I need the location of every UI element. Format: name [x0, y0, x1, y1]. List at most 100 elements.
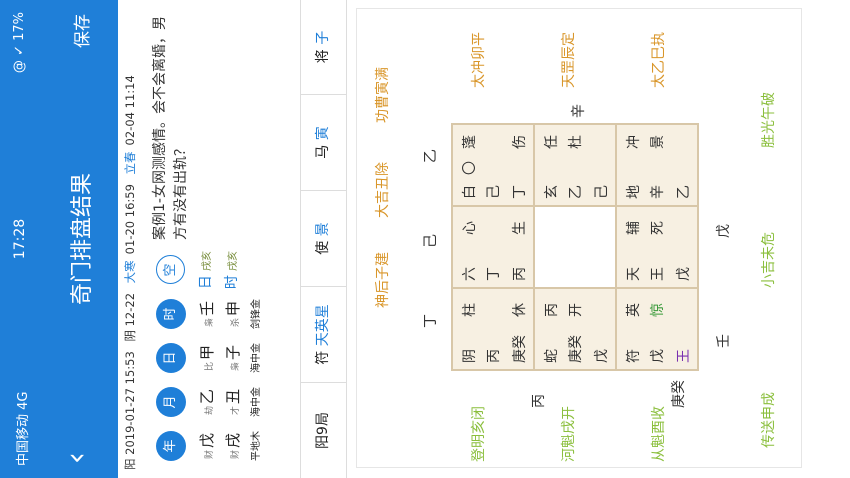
nine-palace-grid: 阴 丙 柱 庚癸 休 六 丁 心 丙 生 白 〇 蓬 己 丁 伤 蛇 丙 庚癸 …: [451, 123, 699, 371]
pillar-month: 月 劫乙 才丑 海中金: [150, 378, 268, 426]
qimen-board: 神后子建 大吉丑除 功曹寅满 登明亥闭 河魁戌开 从魁酉收 太冲卯平 天罡辰定 …: [348, 0, 810, 478]
zhifu: 符 天英星: [301, 286, 346, 382]
ju-number: 阳9局: [301, 382, 346, 478]
outer-left-mid: 河魁戌开: [561, 406, 577, 462]
stem-top-right: 乙: [423, 149, 439, 163]
stem-right: 辛: [571, 104, 587, 118]
palace-text: 辅: [626, 221, 642, 235]
summary-label: 阳9局: [315, 412, 331, 449]
palace-text: 戊: [650, 349, 666, 363]
palace-text: 景: [650, 135, 666, 149]
relation: 枭: [205, 318, 215, 328]
battery-text: @ ✓ 17%: [12, 12, 27, 74]
outer-bot-right: 胜光午破: [761, 92, 777, 148]
relation: 财: [205, 450, 215, 460]
pillar-empty: 空 日 戌亥 时 戌亥: [150, 246, 245, 294]
app-header: ‹ 奇门排盘结果 保存: [40, 0, 118, 478]
branch: 丑: [224, 388, 242, 404]
pillar-label: 月: [156, 387, 186, 417]
palace-9[interactable]: 地 冲 辛 景 乙: [616, 124, 698, 206]
palace-text: 地: [626, 185, 642, 199]
summary-label: 符: [315, 350, 331, 365]
outer-top-right: 功曹寅满: [375, 67, 391, 123]
app-screen: 中国移动 4G 17:28 @ ✓ 17% ‹ 奇门排盘结果 保存 阳 2019…: [0, 0, 850, 478]
palace-text: 辛: [650, 185, 666, 199]
page-title: 奇门排盘结果: [70, 173, 95, 306]
palace-center: [534, 206, 616, 288]
palace-text: 柱: [462, 303, 478, 317]
pillar-year: 年 财戊 财戌 平地木: [150, 422, 268, 470]
pillar-label: 年: [156, 431, 186, 461]
lunar-date: 阴 12-22: [123, 292, 137, 342]
palace-text: 心: [462, 221, 478, 235]
palace-text: 丁: [486, 267, 502, 281]
void-branches: 戌亥: [228, 250, 239, 271]
palace-text: 己: [486, 185, 502, 199]
stem-left-top: 丙: [531, 394, 547, 408]
palace-text: 惊: [650, 303, 666, 317]
outer-right-bot: 太乙巳执: [651, 32, 667, 88]
palace-1[interactable]: 阴 丙 柱 庚癸 休: [452, 288, 534, 370]
palace-3[interactable]: 白 〇 蓬 己 丁 伤: [452, 124, 534, 206]
palace-text: 王: [676, 349, 692, 363]
palace-text: 阴: [462, 349, 478, 363]
palace-text: 生: [512, 221, 528, 235]
palace-text: 杜: [568, 135, 584, 149]
palace-text: 任: [544, 135, 560, 149]
palace-text: 〇: [462, 161, 478, 175]
palace-text: 白: [462, 185, 478, 199]
summary-bar: 阳9局 符 天英星 使 景 马 寅 将 子: [300, 0, 347, 478]
palace-2[interactable]: 六 丁 心 丙 生: [452, 206, 534, 288]
jieqi2-time: 02-04 11:14: [123, 75, 137, 146]
palace-text: 戊: [594, 349, 610, 363]
palace-text: 英: [626, 303, 642, 317]
outer-left-bot: 从魁酉收: [651, 406, 667, 462]
branch: 子: [224, 344, 242, 360]
four-pillars: 年 财戊 财戌 平地木 月 劫乙 才丑 海中金 日 比甲 枭子 海中金 时 枭壬…: [150, 250, 320, 470]
stem-bot-left: 壬: [716, 334, 732, 348]
relation: 才: [231, 406, 241, 416]
outer-bot-left: 传送申成: [761, 392, 777, 448]
palace-text: 冲: [626, 135, 642, 149]
stem-left-bot: 庚癸: [671, 380, 687, 408]
palace-text: 伤: [512, 135, 528, 149]
stem: 壬: [198, 300, 216, 316]
outer-top-mid: 大吉丑除: [375, 162, 391, 218]
palace-6[interactable]: 玄 任 乙 杜 己: [534, 124, 616, 206]
palace-4[interactable]: 蛇 丙 庚癸 开 戊: [534, 288, 616, 370]
branch: 申: [224, 300, 242, 316]
relation: 劫: [205, 406, 215, 416]
summary-value: 天英星: [315, 304, 331, 347]
stem-top-left: 丁: [423, 314, 439, 328]
palace-text: 丙: [512, 267, 528, 281]
branch: 戌: [224, 432, 242, 448]
stem: 戊: [198, 432, 216, 448]
empty-day: 日: [198, 275, 214, 290]
palace-text: 丁: [512, 185, 528, 199]
pillar-day: 日 比甲 枭子 海中金: [150, 334, 268, 382]
horse: 马 寅: [301, 94, 346, 190]
relation: 比: [205, 362, 215, 372]
pillar-label: 空: [156, 255, 185, 285]
palace-text: 休: [512, 303, 528, 317]
save-button[interactable]: 保存: [68, 14, 93, 48]
relation: 杀: [231, 318, 241, 328]
palace-text: 乙: [676, 185, 692, 199]
palace-text: 六: [462, 267, 478, 281]
stem: 乙: [198, 388, 216, 404]
relation: 财: [231, 450, 241, 460]
palace-text: 戊: [676, 267, 692, 281]
palace-text: 天: [626, 267, 642, 281]
outer-right-mid: 天罡辰定: [561, 32, 577, 88]
palace-text: 符: [626, 349, 642, 363]
pillar-label: 时: [156, 299, 186, 329]
palace-8[interactable]: 天 辅 王 死 戊: [616, 206, 698, 288]
palace-7[interactable]: 符 英 戊 惊 王: [616, 288, 698, 370]
palace-text: 开: [568, 303, 584, 317]
date-line: 阳 2019-01-27 15:53 阴 12-22 大寒 01-20 16:59…: [122, 0, 144, 470]
palace-text: 死: [650, 221, 666, 235]
pillar-label: 日: [156, 343, 186, 373]
void-branches: 戌亥: [202, 250, 213, 271]
jieqi1-name: 大寒: [123, 260, 137, 284]
outer-left-top: 登明亥闭: [471, 406, 487, 462]
